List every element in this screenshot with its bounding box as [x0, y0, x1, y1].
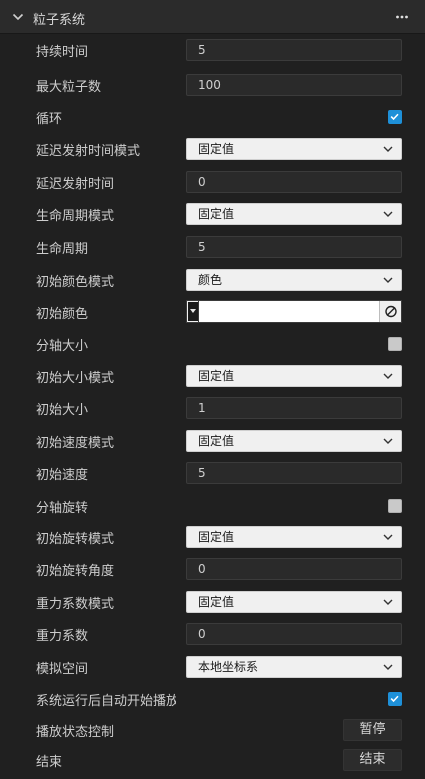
stop-button[interactable]: 结束 — [343, 749, 402, 771]
chevron-down-icon — [383, 599, 393, 605]
row-playback-control: 播放状态控制 暂停 — [0, 716, 425, 748]
row-start-delay-mode: 延迟发射时间模式 固定值 — [0, 133, 425, 165]
row-lifetime: 生命周期 5 — [0, 231, 425, 263]
row-gravity-mode: 重力系数模式 固定值 — [0, 586, 425, 618]
row-start-color-mode: 初始颜色模式 颜色 — [0, 264, 425, 296]
gravity-label: 重力系数 — [36, 629, 89, 644]
row-split-axis-size: 分轴大小 — [0, 328, 425, 360]
row-split-axis-rotation: 分轴旋转 — [0, 490, 425, 522]
eyedropper-icon — [385, 305, 397, 318]
start-size-mode-value: 固定值 — [198, 369, 235, 383]
more-options-icon[interactable] — [395, 10, 409, 24]
playback-control-label: 播放状态控制 — [36, 725, 115, 740]
caret-down-icon — [188, 302, 198, 321]
chevron-down-icon — [383, 146, 393, 152]
lifetime-label: 生命周期 — [36, 242, 89, 257]
checkmark-icon — [390, 113, 399, 121]
start-rotation-mode-label: 初始旋转模式 — [36, 532, 115, 547]
chevron-down-icon — [383, 534, 393, 540]
start-speed-mode-label: 初始速度模式 — [36, 436, 115, 451]
row-duration: 持续时间 5 — [0, 34, 425, 66]
row-start-color: 初始颜色 — [0, 296, 425, 328]
start-delay-label: 延迟发射时间 — [36, 177, 115, 192]
split-axis-rotation-checkbox[interactable] — [388, 499, 402, 513]
chevron-down-icon — [383, 277, 393, 283]
chevron-down-icon[interactable] — [12, 11, 24, 23]
gravity-mode-value: 固定值 — [198, 595, 235, 609]
loop-checkbox[interactable] — [388, 110, 402, 124]
max-particles-label: 最大粒子数 — [36, 80, 102, 95]
play-on-awake-label: 系统运行后自动开始播放 — [36, 694, 176, 709]
start-speed-input[interactable]: 5 — [186, 462, 402, 484]
eyedropper-button[interactable] — [379, 301, 401, 322]
row-start-speed-mode: 初始速度模式 固定值 — [0, 425, 425, 457]
simulation-space-label: 模拟空间 — [36, 662, 89, 677]
start-speed-label: 初始速度 — [36, 468, 89, 483]
chevron-down-icon — [383, 664, 393, 670]
row-loop: 循环 — [0, 101, 425, 133]
row-play-on-awake: 系统运行后自动开始播放 — [0, 683, 425, 715]
gravity-mode-label: 重力系数模式 — [36, 597, 115, 612]
start-size-input[interactable]: 1 — [186, 397, 402, 419]
start-rotation-label: 初始旋转角度 — [36, 564, 115, 579]
lifetime-mode-select[interactable]: 固定值 — [186, 203, 402, 225]
panel-title: 粒子系统 — [33, 13, 86, 28]
start-size-mode-label: 初始大小模式 — [36, 371, 115, 386]
split-axis-rotation-label: 分轴旋转 — [36, 501, 89, 516]
duration-input[interactable]: 5 — [186, 39, 402, 61]
start-color-mode-value: 颜色 — [198, 273, 223, 287]
start-color-field[interactable] — [186, 300, 402, 323]
simulation-space-select[interactable]: 本地坐标系 — [186, 656, 402, 678]
start-color-mode-label: 初始颜色模式 — [36, 275, 115, 290]
stop-label: 结束 — [36, 755, 63, 770]
row-start-rotation-mode: 初始旋转模式 固定值 — [0, 521, 425, 553]
simulation-space-value: 本地坐标系 — [198, 660, 259, 674]
row-lifetime-mode: 生命周期模式 固定值 — [0, 198, 425, 230]
chevron-down-icon — [383, 438, 393, 444]
row-simulation-space: 模拟空间 本地坐标系 — [0, 651, 425, 683]
start-rotation-mode-value: 固定值 — [198, 530, 235, 544]
start-color-mode-select[interactable]: 颜色 — [186, 269, 402, 291]
start-speed-mode-select[interactable]: 固定值 — [186, 430, 402, 452]
start-delay-mode-label: 延迟发射时间模式 — [36, 144, 141, 159]
row-start-rotation: 初始旋转角度 0 — [0, 553, 425, 585]
lifetime-mode-label: 生命周期模式 — [36, 209, 115, 224]
max-particles-input[interactable]: 100 — [186, 74, 402, 96]
start-delay-input[interactable]: 0 — [186, 171, 402, 193]
row-max-particles: 最大粒子数 100 — [0, 69, 425, 101]
loop-label: 循环 — [36, 112, 63, 127]
split-axis-size-checkbox[interactable] — [388, 337, 402, 351]
row-start-delay: 延迟发射时间 0 — [0, 166, 425, 198]
particle-system-panel: 粒子系统 持续时间 5 最大粒子数 100 循环 延迟发射时间模式 固定值 延迟… — [0, 0, 425, 779]
start-size-mode-select[interactable]: 固定值 — [186, 365, 402, 387]
checkmark-icon — [390, 695, 399, 703]
row-start-size: 初始大小 1 — [0, 392, 425, 424]
color-dropdown-toggle[interactable] — [187, 301, 199, 322]
start-speed-mode-value: 固定值 — [198, 434, 235, 448]
duration-label: 持续时间 — [36, 45, 89, 60]
play-on-awake-checkbox[interactable] — [388, 692, 402, 706]
row-start-speed: 初始速度 5 — [0, 457, 425, 489]
gravity-mode-select[interactable]: 固定值 — [186, 591, 402, 613]
start-color-label: 初始颜色 — [36, 307, 89, 322]
chevron-down-icon — [383, 373, 393, 379]
start-delay-mode-select[interactable]: 固定值 — [186, 138, 402, 160]
start-rotation-input[interactable]: 0 — [186, 558, 402, 580]
chevron-down-icon — [383, 211, 393, 217]
row-start-size-mode: 初始大小模式 固定值 — [0, 360, 425, 392]
gravity-input[interactable]: 0 — [186, 623, 402, 645]
row-gravity: 重力系数 0 — [0, 618, 425, 650]
start-size-label: 初始大小 — [36, 403, 89, 418]
start-rotation-mode-select[interactable]: 固定值 — [186, 526, 402, 548]
row-stop: 结束 结束 — [0, 746, 425, 778]
panel-header[interactable]: 粒子系统 — [0, 0, 425, 34]
start-delay-mode-value: 固定值 — [198, 142, 235, 156]
split-axis-size-label: 分轴大小 — [36, 339, 89, 354]
pause-button[interactable]: 暂停 — [343, 719, 402, 741]
lifetime-input[interactable]: 5 — [186, 236, 402, 258]
lifetime-mode-value: 固定值 — [198, 207, 235, 221]
